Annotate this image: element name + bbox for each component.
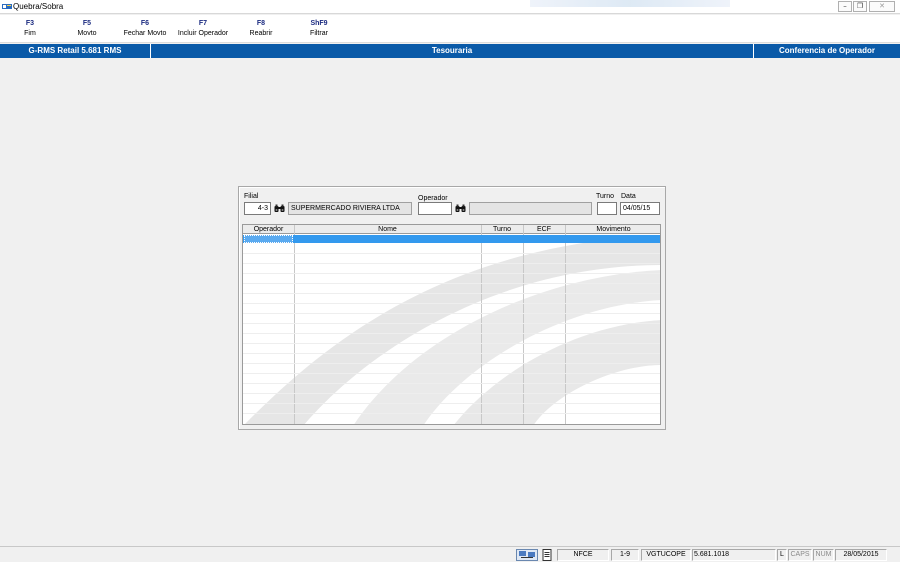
- toolbar-key: F8: [256, 20, 266, 27]
- data-label: Data: [621, 193, 636, 200]
- toolbar-key: F6: [140, 20, 150, 27]
- restore-button[interactable]: ❐: [853, 1, 867, 12]
- row-gridline: [243, 273, 660, 274]
- column-divider: [565, 225, 566, 424]
- row-gridline: [243, 293, 660, 294]
- data-input[interactable]: 04/05/15: [620, 202, 660, 215]
- row-gridline: [243, 403, 660, 404]
- function-key-toolbar: F3 Fim F5 Movto F6 Fechar Movto F7 Inclu…: [0, 15, 900, 43]
- toolbar-key: F5: [82, 20, 92, 27]
- toolbar-button-incluir-operador[interactable]: F7 Incluir Operador: [173, 20, 233, 37]
- status-date: 28/05/2015: [835, 549, 887, 561]
- toolbar-label: Fim: [24, 30, 36, 37]
- row-gridline: [243, 313, 660, 314]
- row-gridline: [243, 363, 660, 364]
- module-header-bar: G-RMS Retail 5.681 RMS Tesouraria Confer…: [0, 44, 900, 58]
- toolbar-button-fechar-movto[interactable]: F6 Fechar Movto: [115, 20, 175, 37]
- selected-cell-focus[interactable]: [244, 235, 293, 243]
- operador-name-field: [469, 202, 592, 215]
- window-title: Quebra/Sobra: [13, 2, 64, 11]
- turno-label: Turno: [596, 193, 615, 200]
- filial-label: Filial: [244, 193, 259, 200]
- toolbar-key: F3: [25, 20, 35, 27]
- toolbar-label: Fechar Movto: [123, 30, 167, 37]
- window-title-bar: Quebra/Sobra – ❐ ✕: [0, 0, 900, 14]
- row-gridline: [243, 413, 660, 414]
- toolbar-label: Reabrir: [249, 30, 273, 37]
- column-divider: [523, 225, 524, 424]
- column-header-movimento[interactable]: Movimento: [565, 225, 660, 234]
- turno-input[interactable]: [597, 202, 617, 215]
- close-button[interactable]: ✕: [869, 1, 895, 12]
- toolbar-button-movto[interactable]: F5 Movto: [57, 20, 117, 37]
- toolbar-button-filtrar[interactable]: ShF9 Filtrar: [289, 20, 349, 37]
- column-divider: [481, 225, 482, 424]
- app-icon: [2, 4, 12, 9]
- column-divider: [294, 225, 295, 424]
- column-header-ecf[interactable]: ECF: [523, 225, 565, 234]
- status-caps: CAPS: [788, 549, 812, 561]
- background-window-blur: [530, 0, 730, 7]
- status-flag: L: [777, 549, 787, 561]
- operators-table[interactable]: Operador Nome Turno ECF Movimento: [242, 224, 661, 425]
- document-icon: [542, 549, 552, 561]
- row-gridline: [243, 393, 660, 394]
- column-header-operador[interactable]: Operador: [243, 225, 294, 234]
- row-gridline: [243, 373, 660, 374]
- row-gridline: [243, 303, 660, 304]
- operador-label: Operador: [418, 195, 448, 202]
- module-name: Tesouraria: [431, 46, 473, 55]
- status-version: 5.681.1018: [692, 549, 776, 561]
- toolbar-label: Movto: [77, 30, 97, 37]
- status-mode: NFCE: [557, 549, 609, 561]
- status-bar: NFCE 1-9 VGTUCOPE 5.681.1018 L CAPS NUM …: [0, 546, 900, 562]
- status-page: 1-9: [611, 549, 639, 561]
- screen-name: Conferencia de Operador: [778, 46, 876, 55]
- binoculars-icon[interactable]: [455, 204, 466, 213]
- network-icon: [516, 549, 538, 561]
- filial-name-field: SUPERMERCADO RIVIERA LTDA: [288, 202, 412, 215]
- filial-input[interactable]: 4-3: [244, 202, 271, 215]
- toolbar-key: F7: [198, 20, 208, 27]
- row-gridline: [243, 353, 660, 354]
- binoculars-icon[interactable]: [274, 204, 285, 213]
- toolbar-key: ShF9: [310, 20, 328, 27]
- status-program: VGTUCOPE: [641, 549, 691, 561]
- row-gridline: [243, 383, 660, 384]
- status-num: NUM: [813, 549, 834, 561]
- operador-input[interactable]: [418, 202, 452, 215]
- column-header-turno[interactable]: Turno: [481, 225, 523, 234]
- table-row-selected[interactable]: [243, 235, 660, 243]
- toolbar-label: Incluir Operador: [177, 30, 229, 37]
- row-gridline: [243, 253, 660, 254]
- row-gridline: [243, 283, 660, 284]
- toolbar-button-reabrir[interactable]: F8 Reabrir: [231, 20, 291, 37]
- row-gridline: [243, 263, 660, 264]
- minimize-button[interactable]: –: [838, 1, 852, 12]
- row-gridline: [243, 333, 660, 334]
- row-gridline: [243, 323, 660, 324]
- row-gridline: [243, 343, 660, 344]
- toolbar-button-fim[interactable]: F3 Fim: [0, 20, 60, 37]
- toolbar-label: Filtrar: [310, 30, 328, 37]
- watermark-logo: [244, 235, 660, 424]
- app-version: G-RMS Retail 5.681 RMS: [28, 46, 122, 55]
- column-header-nome[interactable]: Nome: [294, 225, 481, 234]
